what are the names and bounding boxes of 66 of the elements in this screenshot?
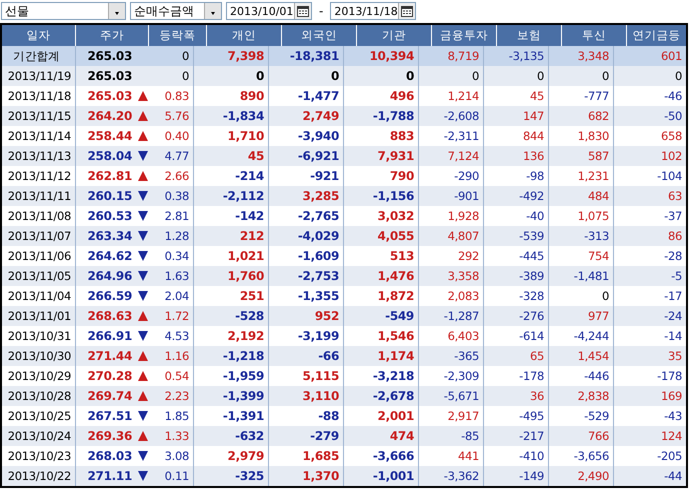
down-triangle-icon: [138, 151, 148, 161]
value-cell-text: -17: [663, 288, 683, 305]
down-triangle-icon: [138, 411, 148, 421]
up-triangle-icon: [138, 431, 148, 441]
price-cell-text: 260.15: [86, 188, 133, 205]
value-cell-text: -44: [663, 468, 683, 485]
price-cell-text: 265.03: [86, 88, 133, 105]
column-header[interactable]: 연기금등: [627, 25, 686, 46]
value-cell-text: -46: [663, 88, 683, 105]
price-cell-text: 264.20: [86, 108, 133, 125]
price-cell-text: 266.59: [86, 288, 133, 305]
calendar-icon[interactable]: [398, 3, 416, 19]
value-cell-text: 102: [660, 148, 683, 165]
value-cell-text: 658: [660, 128, 683, 145]
value-cell-text: -28: [663, 248, 683, 265]
price-cell-text: 267.51: [86, 408, 133, 425]
price-cell-text: 264.96: [86, 268, 133, 285]
value-cell: -1,001: [344, 466, 419, 486]
value-select[interactable]: 순매수금액: [130, 2, 222, 20]
price-cell-text: 265.03: [86, 48, 133, 65]
price-cell-text: 271.11: [86, 468, 133, 485]
down-triangle-icon: [138, 331, 148, 341]
price-cell-text: 269.36: [86, 428, 133, 445]
value-cell-text: -205: [656, 448, 683, 465]
price-cell-text: 268.03: [86, 448, 133, 465]
price-cell-text: 268.63: [86, 308, 133, 325]
value-cell-text: 124: [660, 428, 683, 445]
value-cell: -149: [484, 466, 549, 486]
up-triangle-icon: [138, 171, 148, 181]
price-cell-text: 271.44: [86, 348, 133, 365]
price-cell-text: 260.53: [86, 208, 133, 225]
value-cell-text: 86: [666, 228, 683, 245]
value-cell-text: -37: [663, 208, 683, 225]
value-cell-text: -24: [663, 308, 683, 325]
end-date-field[interactable]: 2013/11/18: [330, 2, 416, 20]
price-cell-text: 262.81: [86, 168, 133, 185]
value-cell-text: 63: [666, 188, 683, 205]
market-select[interactable]: 선물: [1, 2, 126, 20]
up-triangle-icon: [138, 311, 148, 321]
price-cell-text: 269.74: [86, 388, 133, 405]
price-cell-text: 258.44: [86, 128, 133, 145]
value-cell-text: 0: [674, 68, 683, 85]
value-cell: 2,490: [549, 466, 614, 486]
price-cell-text: 264.62: [86, 248, 133, 265]
value-cell-text: 601: [660, 48, 683, 65]
value-cell-text: -43: [663, 408, 683, 425]
price-cell-text: 265.03: [86, 68, 133, 85]
value-cell-text: -5: [670, 268, 683, 285]
value-cell-text: -104: [656, 168, 683, 185]
date-separator: -: [318, 4, 324, 18]
value-cell-text: -50: [663, 108, 683, 125]
value-cell: -3,362: [419, 466, 484, 486]
value-cell-text: 35: [666, 348, 683, 365]
value-cell: 1,370: [269, 466, 344, 486]
value-cell-text: -178: [656, 368, 683, 385]
price-cell-text: 266.91: [86, 328, 133, 345]
value-cell: -325: [194, 466, 269, 486]
value-cell-text: 169: [660, 388, 683, 405]
price-cell-text: 270.28: [86, 368, 133, 385]
price-cell-text: 263.34: [86, 228, 133, 245]
value-cell-text: -14: [663, 328, 683, 345]
calendar-icon[interactable]: [294, 3, 311, 19]
date-cell: 2013/10/22: [2, 466, 76, 486]
change-cell: 0.11: [149, 466, 194, 486]
price-cell-text: 258.04: [86, 148, 133, 165]
start-date-field[interactable]: 2013/10/01: [226, 2, 312, 20]
